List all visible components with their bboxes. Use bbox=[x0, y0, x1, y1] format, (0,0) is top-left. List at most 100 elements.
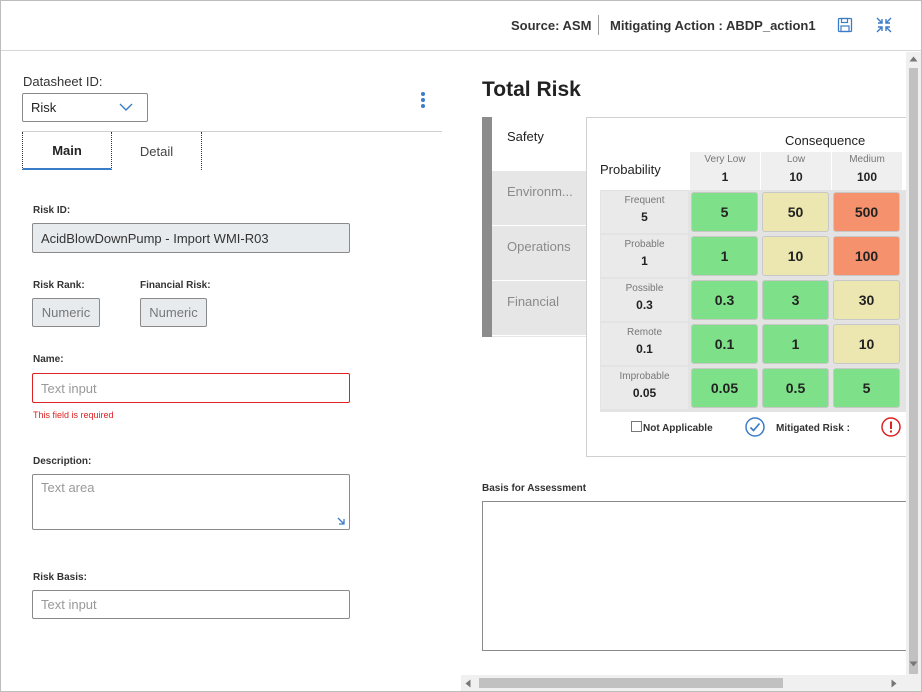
probability-name: Possible bbox=[625, 283, 664, 294]
tab-main-label: Main bbox=[52, 142, 82, 158]
tab-detail[interactable]: Detail bbox=[112, 132, 202, 170]
tab-environment[interactable]: Environm... bbox=[492, 172, 587, 226]
scroll-right-arrow-icon[interactable] bbox=[891, 679, 897, 688]
probability-value: 0.3 bbox=[636, 298, 653, 312]
probability-name: Remote bbox=[626, 327, 662, 338]
tab-operations[interactable]: Operations bbox=[492, 227, 587, 281]
consequence-title: Consequence bbox=[785, 133, 866, 148]
datasheet-id-label: Datasheet ID: bbox=[23, 74, 103, 89]
risk-assessment-window: Source: ASM Mitigating Action : ABDP_act… bbox=[0, 0, 922, 692]
consequence-column-header: Very Low 1 bbox=[690, 152, 760, 190]
risk-cell[interactable]: 100 bbox=[833, 236, 900, 276]
tab-safety-label: Safety bbox=[507, 129, 544, 144]
header-bar: Source: ASM Mitigating Action : ABDP_act… bbox=[1, 1, 921, 51]
basis-for-assessment-textarea[interactable] bbox=[482, 501, 908, 651]
risk-category-tabs: Safety Environm... Operations Financial bbox=[482, 117, 587, 337]
probability-row-header: Probable 1 bbox=[601, 235, 688, 277]
basis-for-assessment-label: Basis for Assessment bbox=[482, 483, 587, 494]
risk-cell[interactable]: 10 bbox=[833, 324, 900, 364]
not-applicable-checkbox[interactable] bbox=[631, 421, 642, 432]
risk-cell[interactable]: 5 bbox=[833, 368, 900, 408]
financial-risk-field[interactable]: Numeric bbox=[140, 298, 207, 327]
financial-risk-placeholder: Numeric bbox=[149, 305, 198, 320]
horizontal-scrollbar[interactable] bbox=[461, 675, 921, 691]
probability-value: 0.1 bbox=[636, 342, 653, 356]
mitigated-check-icon bbox=[745, 417, 765, 437]
risk-cell[interactable]: 0.05 bbox=[691, 368, 758, 408]
consequence-name: Medium bbox=[849, 154, 885, 165]
chevron-down-icon bbox=[119, 103, 133, 111]
probability-value: 5 bbox=[641, 210, 648, 224]
consequence-value: 100 bbox=[856, 170, 878, 184]
financial-risk-label: Financial Risk: bbox=[140, 280, 211, 291]
risk-cell[interactable]: 1 bbox=[762, 324, 829, 364]
risk-cell[interactable]: 1 bbox=[691, 236, 758, 276]
consequence-column-header: Medium 100 bbox=[832, 152, 902, 190]
probability-value: 0.05 bbox=[632, 386, 657, 400]
mitigated-risk-label: Mitigated Risk : bbox=[776, 423, 850, 434]
tab-financial[interactable]: Financial bbox=[492, 282, 587, 336]
consequence-value: 1 bbox=[721, 170, 729, 184]
header-divider bbox=[598, 15, 599, 35]
risk-basis-label: Risk Basis: bbox=[33, 572, 87, 583]
tab-main[interactable]: Main bbox=[22, 132, 112, 170]
risk-cell[interactable]: 3 bbox=[762, 280, 829, 320]
total-risk-title: Total Risk bbox=[482, 78, 581, 101]
resize-handle-icon[interactable] bbox=[336, 516, 346, 526]
scroll-up-arrow-icon[interactable] bbox=[909, 56, 918, 62]
datasheet-select[interactable]: Risk bbox=[22, 93, 148, 122]
tab-safety[interactable]: Safety bbox=[492, 117, 587, 171]
probability-row-header: Remote 0.1 bbox=[601, 323, 688, 365]
save-icon[interactable] bbox=[835, 15, 855, 35]
probability-name: Frequent bbox=[624, 195, 665, 206]
name-error-message: This field is required bbox=[33, 410, 114, 420]
risk-basis-input[interactable]: Text input bbox=[32, 590, 350, 619]
consequence-name: Low bbox=[786, 154, 806, 165]
probability-value: 1 bbox=[641, 254, 648, 268]
probability-name: Probable bbox=[624, 239, 665, 250]
risk-cell[interactable]: 50 bbox=[762, 192, 829, 232]
scroll-down-arrow-icon[interactable] bbox=[909, 661, 918, 667]
risk-basis-placeholder: Text input bbox=[41, 597, 97, 612]
name-label: Name: bbox=[33, 354, 64, 365]
risk-cell[interactable]: 30 bbox=[833, 280, 900, 320]
risk-id-value: AcidBlowDownPump - Import WMI-R03 bbox=[41, 230, 269, 246]
warning-icon bbox=[881, 417, 901, 437]
risk-rank-field[interactable]: Numeric bbox=[32, 298, 100, 327]
tab-detail-label: Detail bbox=[139, 143, 174, 159]
vertical-scroll-thumb[interactable] bbox=[909, 68, 918, 674]
description-textarea[interactable]: Text area bbox=[32, 474, 350, 530]
source-label: Source: ASM bbox=[511, 18, 592, 33]
tab-financial-label: Financial bbox=[507, 294, 560, 309]
name-input[interactable]: Text input bbox=[32, 373, 350, 403]
risk-cell[interactable]: 0.1 bbox=[691, 324, 758, 364]
scroll-left-arrow-icon[interactable] bbox=[465, 679, 471, 688]
risk-rank-label: Risk Rank: bbox=[33, 280, 85, 291]
risk-cell[interactable]: 10 bbox=[762, 236, 829, 276]
name-placeholder: Text input bbox=[41, 380, 97, 396]
collapse-icon[interactable] bbox=[874, 15, 894, 35]
risk-id-label: Risk ID: bbox=[33, 205, 71, 216]
risk-rank-placeholder: Numeric bbox=[41, 305, 91, 320]
risk-cell[interactable]: 0.5 bbox=[762, 368, 829, 408]
risk-id-field: AcidBlowDownPump - Import WMI-R03 bbox=[32, 223, 350, 253]
risk-cell[interactable]: 500 bbox=[833, 192, 900, 232]
vertical-scrollbar[interactable] bbox=[906, 52, 921, 675]
horizontal-scroll-thumb[interactable] bbox=[479, 678, 783, 688]
more-options-icon[interactable] bbox=[421, 92, 427, 108]
tab-environment-label: Environm... bbox=[507, 184, 573, 199]
tab-operations-label: Operations bbox=[507, 239, 571, 254]
not-applicable-label: Not Applicable bbox=[643, 423, 713, 434]
mitigating-action-label: Mitigating Action : ABDP_action1 bbox=[610, 18, 816, 33]
risk-cell[interactable]: 0.3 bbox=[691, 280, 758, 320]
datasheet-select-value: Risk bbox=[31, 100, 57, 115]
description-label: Description: bbox=[33, 456, 92, 467]
probability-name: Improbable bbox=[619, 371, 670, 382]
probability-row-header: Frequent 5 bbox=[601, 191, 688, 233]
consequence-value: 10 bbox=[789, 170, 803, 184]
probability-row-header: Improbable 0.05 bbox=[601, 367, 688, 409]
consequence-column-header: Low 10 bbox=[761, 152, 831, 190]
consequence-name: Very Low bbox=[704, 154, 746, 165]
probability-row-header: Possible 0.3 bbox=[601, 279, 688, 321]
risk-cell[interactable]: 5 bbox=[691, 192, 758, 232]
